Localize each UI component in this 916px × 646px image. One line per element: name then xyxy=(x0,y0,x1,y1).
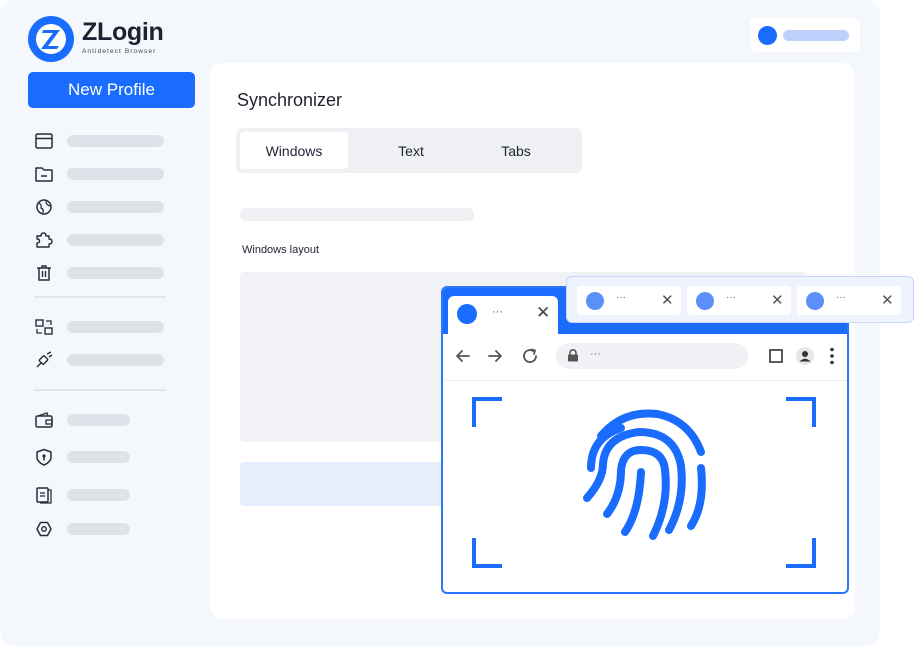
settings-icon xyxy=(36,521,52,537)
tab-text[interactable]: Text xyxy=(357,132,465,169)
avatar xyxy=(758,26,777,45)
sidebar-label-placeholder xyxy=(67,267,164,279)
back-arrow-icon[interactable] xyxy=(453,346,473,366)
sidebar-item-documents[interactable] xyxy=(34,486,174,504)
plug-icon xyxy=(36,351,53,368)
wallet-icon xyxy=(35,412,53,428)
document-icon xyxy=(36,487,52,504)
close-icon[interactable]: ✕ xyxy=(771,291,784,309)
sidebar-label-placeholder xyxy=(67,201,164,213)
sidebar-item-billing[interactable] xyxy=(34,411,174,429)
brand-logo: ZLogin Antidetect Browser xyxy=(28,16,188,62)
frame-corner-top-right xyxy=(786,397,816,427)
new-profile-button[interactable]: New Profile xyxy=(28,72,195,108)
close-icon[interactable]: ✕ xyxy=(661,291,674,309)
sidebar-item-synchronizer[interactable] xyxy=(34,318,174,336)
tab-favicon-icon xyxy=(806,292,824,310)
page-title: Synchronizer xyxy=(237,90,343,110)
browser-window-icon xyxy=(35,133,53,149)
sidebar-item-settings[interactable] xyxy=(34,520,174,538)
synced-tab[interactable]: ··· ✕ xyxy=(797,286,901,315)
fingerprint-icon xyxy=(583,409,706,540)
sidebar-label-placeholder xyxy=(67,354,164,366)
sidebar-divider xyxy=(34,389,166,391)
address-bar[interactable]: ··· xyxy=(556,343,748,369)
sync-tab-strip: Windows Text Tabs xyxy=(236,128,582,173)
user-menu[interactable] xyxy=(750,18,860,52)
sidebar-item-security[interactable] xyxy=(34,448,174,466)
sidebar-item-groups[interactable] xyxy=(34,165,174,183)
synced-tab[interactable]: ··· ✕ xyxy=(687,286,791,315)
brand-name: ZLogin xyxy=(82,18,164,46)
sidebar-label-placeholder xyxy=(67,135,164,147)
window-square-icon[interactable] xyxy=(766,346,786,366)
close-icon[interactable]: ✕ xyxy=(881,291,894,309)
reload-icon[interactable] xyxy=(520,346,540,366)
lock-icon xyxy=(568,349,578,362)
profile-icon[interactable] xyxy=(795,346,815,366)
sidebar-label-placeholder xyxy=(67,414,130,426)
zlogin-logo-icon xyxy=(28,16,74,62)
brand-tagline: Antidetect Browser xyxy=(82,48,157,55)
tab-favicon-icon xyxy=(696,292,714,310)
synced-tab-label: ··· xyxy=(836,292,846,303)
sidebar-label-placeholder xyxy=(67,489,130,501)
sidebar-divider xyxy=(34,296,166,298)
tab-windows[interactable]: Windows xyxy=(240,132,348,169)
sidebar-label-placeholder xyxy=(67,523,130,535)
content-placeholder xyxy=(240,208,474,221)
trash-icon xyxy=(37,265,51,281)
frame-corner-top-left xyxy=(472,397,502,427)
folder-icon xyxy=(35,167,53,182)
url-text: ··· xyxy=(590,348,601,360)
sidebar-item-extensions[interactable] xyxy=(34,231,174,249)
synced-tab-label: ··· xyxy=(616,292,626,303)
browser-tab[interactable]: ··· ✕ xyxy=(448,296,558,334)
browser-window-illustration: ··· ✕ ··· xyxy=(441,286,849,594)
sidebar-label-placeholder xyxy=(67,168,164,180)
frame-corner-bottom-left xyxy=(472,538,502,568)
synced-tab-label: ··· xyxy=(726,292,736,303)
sidebar-item-api[interactable] xyxy=(34,351,174,369)
forward-arrow-icon[interactable] xyxy=(485,346,505,366)
shield-icon xyxy=(36,448,52,466)
globe-icon xyxy=(36,199,52,215)
user-name-placeholder xyxy=(783,30,849,41)
sidebar-item-trash[interactable] xyxy=(34,264,174,282)
browser-tab-label: ··· xyxy=(492,306,503,318)
sync-windows-icon xyxy=(35,319,53,335)
sidebar-label-placeholder xyxy=(67,321,164,333)
tab-favicon-icon xyxy=(586,292,604,310)
sidebar-label-placeholder xyxy=(67,451,130,463)
synced-tab[interactable]: ··· ✕ xyxy=(577,286,681,315)
synced-tabs-strip: ··· ✕ ··· ✕ ··· ✕ xyxy=(566,276,914,323)
sidebar-item-proxies[interactable] xyxy=(34,198,174,216)
kebab-menu-icon[interactable] xyxy=(822,346,842,366)
tab-favicon-icon xyxy=(457,304,477,324)
browser-toolbar: ··· xyxy=(443,334,847,381)
puzzle-extension-icon xyxy=(36,232,53,248)
close-icon[interactable]: ✕ xyxy=(536,303,550,323)
frame-corner-bottom-right xyxy=(786,538,816,568)
tab-tabs[interactable]: Tabs xyxy=(462,132,570,169)
sidebar-label-placeholder xyxy=(67,234,164,246)
sidebar-item-profiles[interactable] xyxy=(34,132,174,150)
windows-layout-label: Windows layout xyxy=(242,244,320,256)
